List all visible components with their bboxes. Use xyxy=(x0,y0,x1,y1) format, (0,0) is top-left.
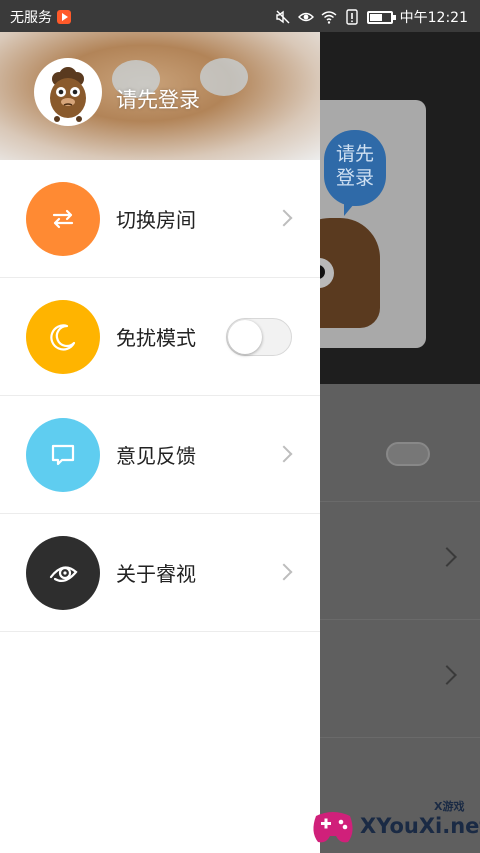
chevron-right-icon xyxy=(275,563,293,581)
chevron-right-icon xyxy=(437,547,457,567)
chevron-right-icon xyxy=(275,445,293,463)
login-prompt[interactable]: 请先登录 xyxy=(116,84,200,114)
menu-item-label: 关于睿视 xyxy=(116,562,196,586)
monkey-avatar-icon[interactable] xyxy=(34,58,102,126)
status-bar: 无服务 中午12:21 xyxy=(0,0,480,32)
menu-item-label: 免扰模式 xyxy=(116,326,196,350)
navigation-drawer: 请先登录 切换房间 免扰模式 意见反馈 关于睿视 xyxy=(0,32,320,853)
background-header: 请先 登录 xyxy=(320,32,480,384)
menu-item-about[interactable]: 关于睿视 xyxy=(0,514,320,632)
toggle-knob xyxy=(228,320,262,354)
do-not-disturb-toggle[interactable] xyxy=(226,318,292,356)
background-card: 请先 登录 xyxy=(320,100,426,348)
background-bubble: 请先 登录 xyxy=(324,130,386,216)
eye-icon xyxy=(297,12,314,22)
background-row xyxy=(320,502,480,620)
gamepad-logo-icon xyxy=(313,812,353,843)
alert-icon xyxy=(345,9,358,25)
play-badge-icon xyxy=(57,10,71,24)
menu-item-label: 切换房间 xyxy=(116,208,196,232)
mute-icon xyxy=(275,10,290,24)
battery-icon xyxy=(366,10,396,24)
clock-text: 中午12:21 xyxy=(399,10,468,26)
menu-item-label: 意见反馈 xyxy=(116,444,196,468)
background-character xyxy=(320,218,380,328)
drawer-header[interactable]: 请先登录 xyxy=(0,32,320,160)
status-right: 中午12:21 xyxy=(275,7,468,27)
switch-arrows-icon xyxy=(26,182,100,256)
menu-item-switch-room[interactable]: 切换房间 xyxy=(0,160,320,278)
background-toggle-row xyxy=(320,384,480,502)
chevron-right-icon xyxy=(275,209,293,227)
message-icon xyxy=(26,418,100,492)
menu-item-feedback[interactable]: 意见反馈 xyxy=(0,396,320,514)
carrier-text: 无服务 xyxy=(10,10,52,26)
menu-item-do-not-disturb: 免扰模式 xyxy=(0,278,320,396)
background-list xyxy=(320,384,480,853)
background-app[interactable]: 请先 登录 xyxy=(320,32,480,853)
watermark-small-text: X游戏 xyxy=(434,800,465,813)
watermark-text: XYouXi.net xyxy=(360,814,480,838)
watermark: X游戏 XYouXi.net xyxy=(308,798,480,853)
background-row xyxy=(320,620,480,738)
chevron-right-icon xyxy=(437,665,457,685)
eye-logo-icon xyxy=(26,536,100,610)
moon-icon xyxy=(26,300,100,374)
wifi-icon xyxy=(321,11,337,24)
status-left: 无服务 xyxy=(10,7,71,27)
background-toggle xyxy=(386,442,430,466)
header-blur xyxy=(200,58,248,96)
